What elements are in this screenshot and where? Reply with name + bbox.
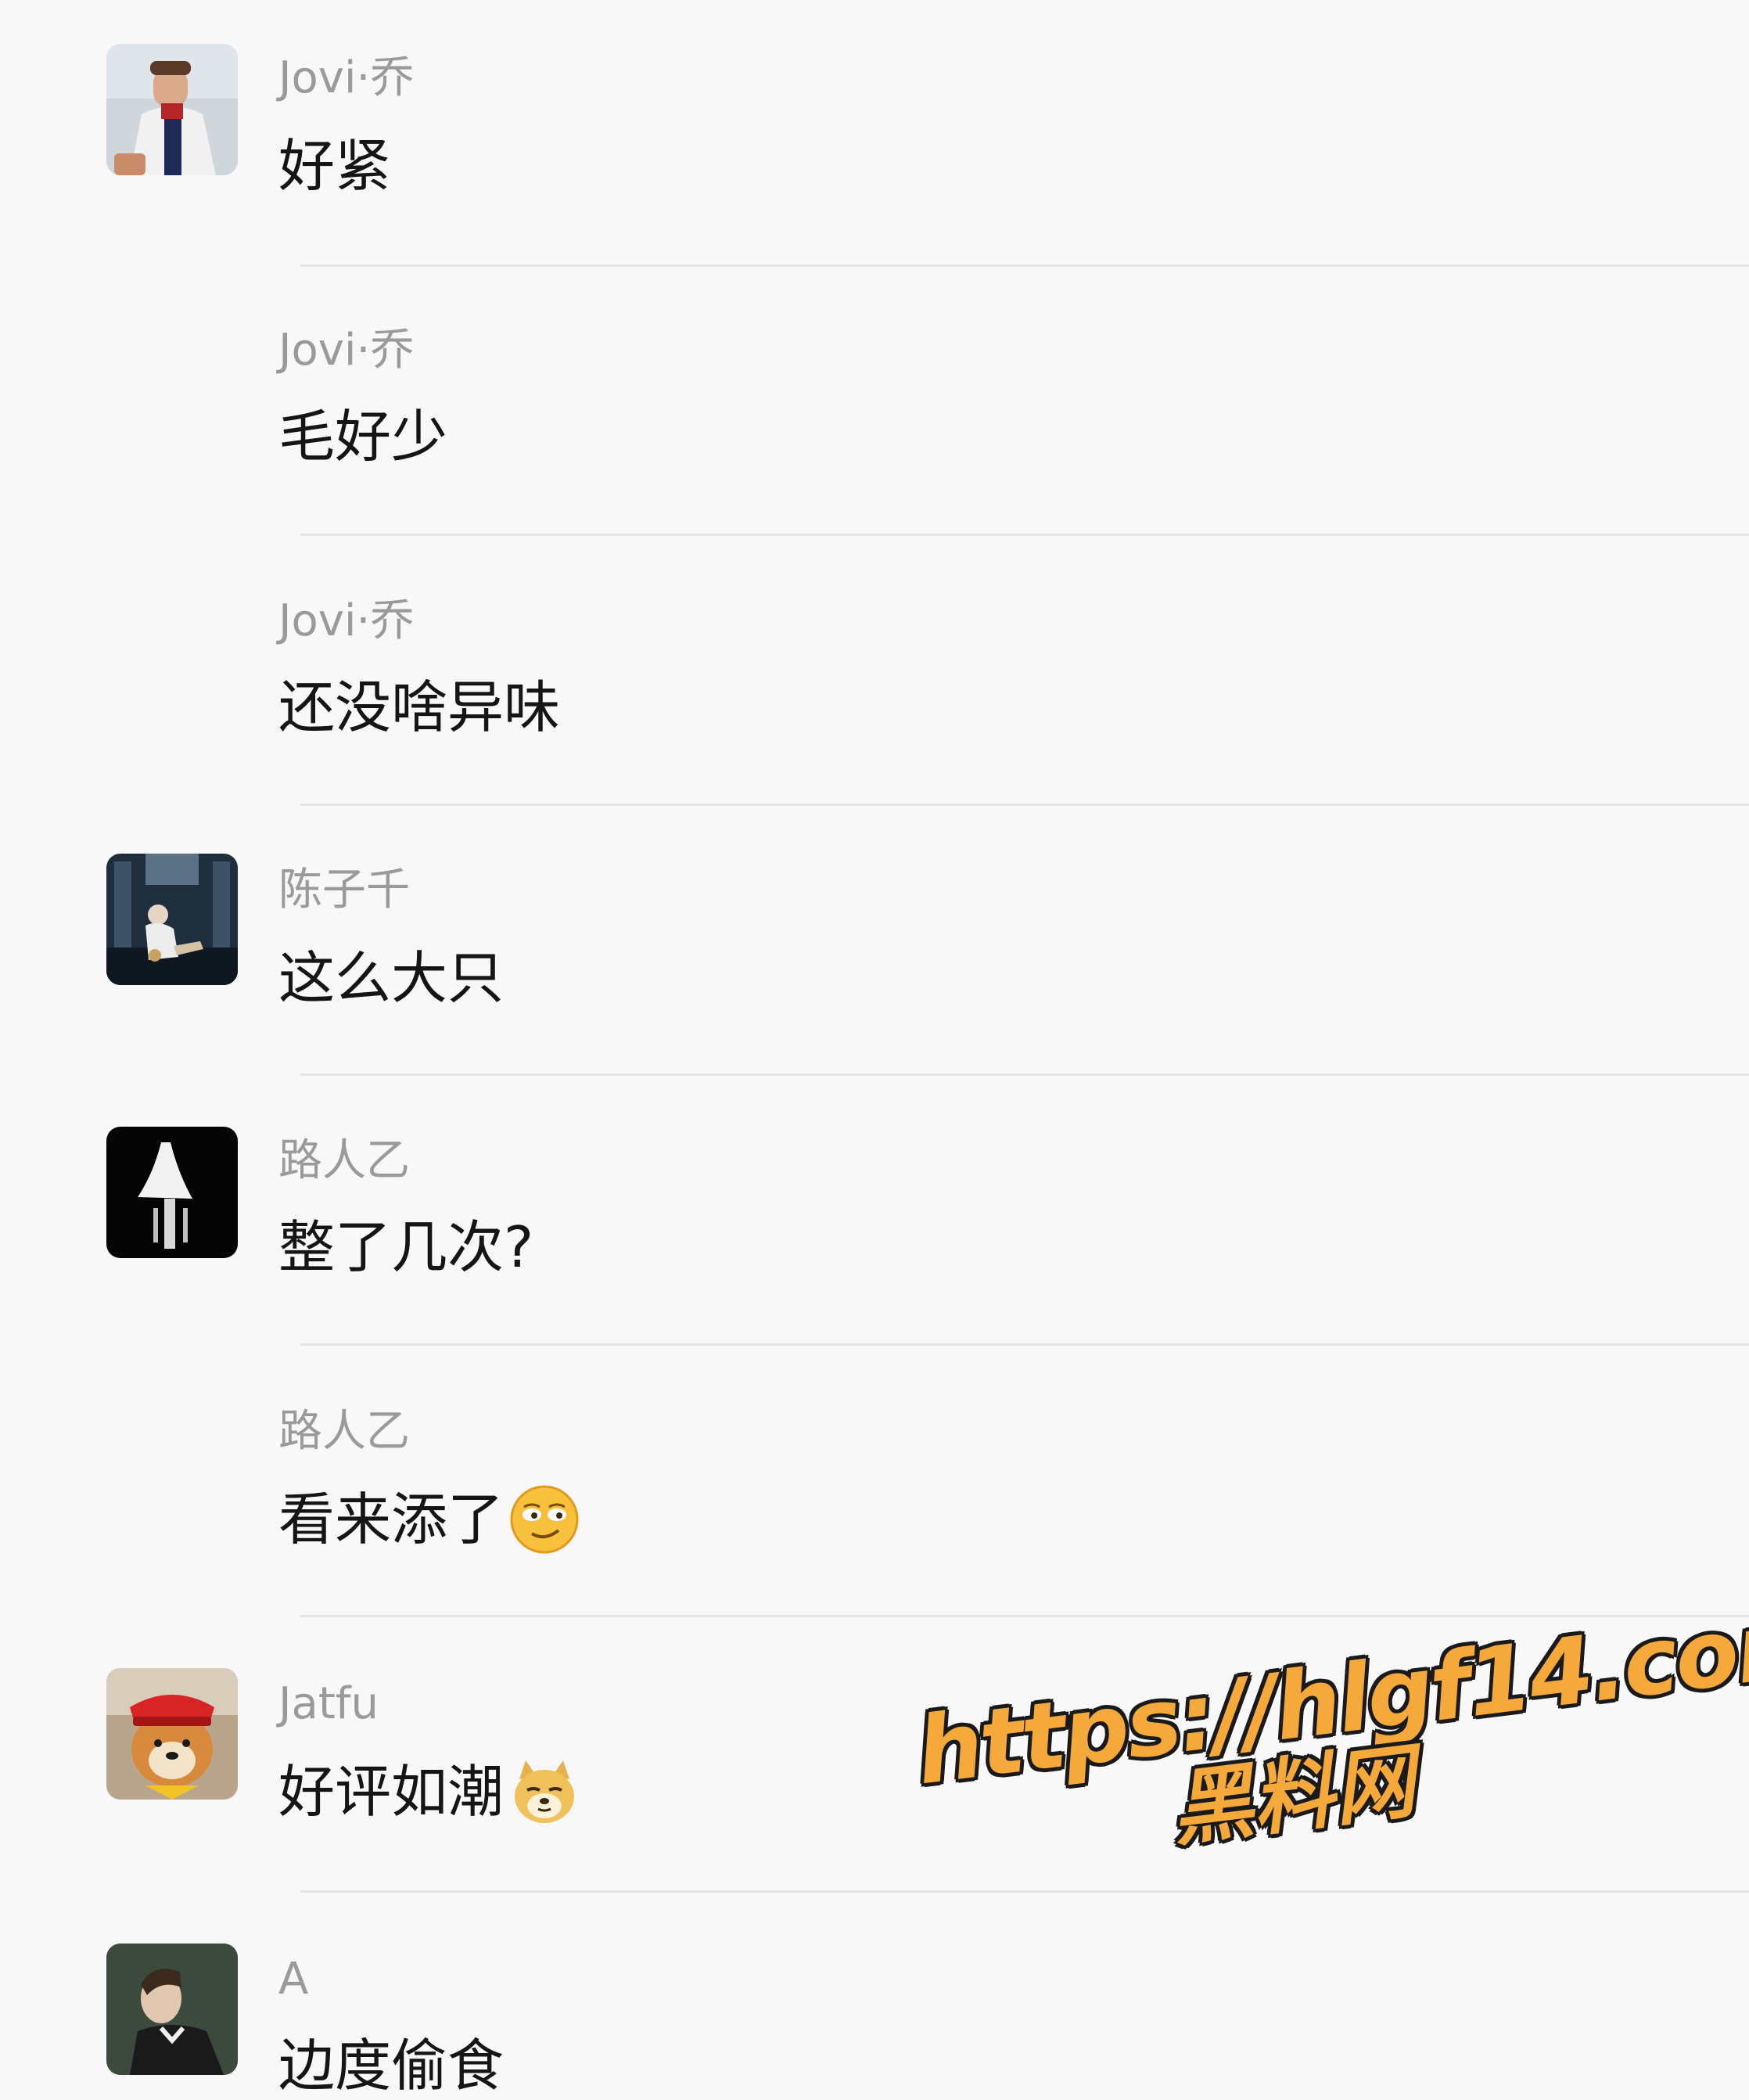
message-divider [300, 804, 1749, 806]
message-text: 看来添了 [278, 1483, 580, 1555]
sender-name: Jovi·乔 [278, 595, 415, 646]
smirk-face-emoji-icon [508, 1483, 580, 1555]
message-divider [300, 264, 1749, 267]
avatar-jovi[interactable] [106, 44, 238, 175]
avatar-a[interactable] [106, 1944, 238, 2075]
message-text: 好评如潮 [278, 1756, 580, 1828]
avatar-jatfu[interactable] [106, 1668, 238, 1800]
message-text-content: 看来添了 [278, 1487, 505, 1552]
message-text: 还没啥异味 [278, 674, 561, 740]
message-text: 边度偷食 [278, 2033, 505, 2098]
message-text: 这么大只 [278, 945, 505, 1011]
message-divider [300, 1073, 1749, 1076]
sender-name: 陈子千 [278, 865, 410, 915]
message-divider [300, 534, 1749, 536]
message-divider [300, 1343, 1749, 1346]
avatar-chenziqian[interactable] [106, 854, 238, 985]
message-text: 好紧 [278, 133, 392, 199]
message-text-content: 好评如潮 [278, 1759, 505, 1825]
sender-name: Jatfu [278, 1678, 379, 1729]
sender-name: 路人乙 [278, 1406, 410, 1457]
sender-name: A [278, 1954, 309, 2005]
message-text: 整了几次? [278, 1214, 534, 1280]
doge-emoji-icon [508, 1756, 580, 1828]
sender-name: 路人乙 [278, 1135, 410, 1186]
message-divider [300, 1615, 1749, 1617]
sender-name: Jovi·乔 [278, 52, 415, 103]
sender-name: Jovi·乔 [278, 325, 415, 376]
avatar-lurenyi[interactable] [106, 1127, 238, 1258]
message-text: 毛好少 [278, 404, 448, 469]
